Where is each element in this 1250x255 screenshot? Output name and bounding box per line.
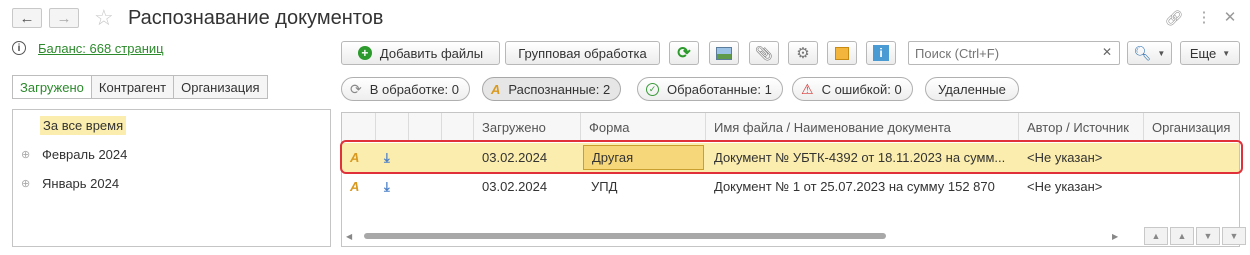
more-vertical-icon[interactable]: ⋮: [1194, 8, 1214, 26]
period-tree: За все время ⊕ Февраль 2024 ⊕ Январь 202…: [12, 109, 331, 247]
tab-bar: Загружено Контрагент Организация: [12, 75, 268, 99]
image-button[interactable]: [709, 41, 739, 65]
filter-recognized[interactable]: A Распознанные: 2: [482, 77, 622, 101]
clear-search-icon[interactable]: ✕: [1102, 45, 1112, 59]
column-status: [342, 113, 376, 142]
column-extra-1: [409, 113, 442, 142]
refresh-icon: ⟳: [350, 80, 362, 97]
tree-item-label: За все время: [40, 115, 127, 135]
chevron-down-icon: ▼: [1222, 48, 1231, 58]
check-circle-icon: ✓: [646, 82, 659, 96]
favorite-star-icon[interactable]: ☆: [94, 5, 114, 31]
tree-item-label: Февраль 2024: [42, 146, 128, 162]
search-button[interactable]: 🔍︎ ▼: [1127, 41, 1172, 65]
info-button[interactable]: i: [866, 41, 896, 65]
cell-document-name: Документ № УБТК-4392 от 18.11.2023 на су…: [714, 150, 1006, 165]
scroll-up-icon[interactable]: ▲: [1170, 227, 1194, 245]
cell-organization: [1144, 143, 1239, 172]
batch-processing-label: Групповая обработка: [518, 45, 647, 61]
cell-form[interactable]: Другая: [583, 145, 704, 170]
tree-item-january[interactable]: ⊕ Январь 2024: [21, 172, 119, 194]
row-navigation: ▲ ▲ ▼ ▼: [1144, 227, 1246, 245]
paperclip-icon: 📎︎: [755, 44, 773, 61]
cell-date: 03.02.2024: [482, 150, 548, 165]
download-icon: ⤓: [384, 178, 390, 194]
tab-organization[interactable]: Организация: [174, 75, 268, 99]
info-icon: i: [12, 41, 26, 55]
documents-table: Загружено Форма Имя файла / Наименование…: [341, 112, 1246, 247]
filter-label: Распознанные: 2: [508, 81, 611, 97]
warning-icon: ⚠: [801, 80, 814, 97]
arrow-right-icon: →: [56, 9, 72, 27]
column-uploaded[interactable]: Загружено: [474, 113, 581, 142]
balance-link[interactable]: Баланс: 668 страниц: [38, 41, 164, 56]
more-button[interactable]: Еще ▼: [1180, 41, 1240, 65]
scroll-left-icon[interactable]: ◀: [346, 232, 352, 241]
archive-button[interactable]: [827, 41, 857, 65]
table-row[interactable]: A ⤓ 03.02.2024 Другая Документ № УБТК-43…: [342, 143, 1239, 172]
horizontal-scrollbar-thumb[interactable]: [364, 233, 886, 239]
cell-date: 03.02.2024: [482, 179, 548, 194]
tab-counterparty[interactable]: Контрагент: [91, 75, 175, 99]
tree-item-february[interactable]: ⊕ Февраль 2024: [21, 143, 127, 165]
column-extra-2: [442, 113, 474, 142]
cell-author: <Не указан>: [1027, 179, 1103, 194]
scroll-down-icon[interactable]: ▼: [1196, 227, 1220, 245]
info-square-icon: i: [873, 45, 889, 61]
cell-organization: [1144, 172, 1239, 201]
gear-icon: ⚙: [796, 45, 810, 62]
batch-processing-button[interactable]: Групповая обработка: [505, 41, 660, 65]
arrow-left-icon: ←: [19, 9, 35, 27]
column-form[interactable]: Форма: [581, 113, 706, 142]
filter-label: Обработанные: 1: [667, 81, 772, 97]
add-files-button[interactable]: + Добавить файлы: [341, 41, 500, 65]
archive-icon: [835, 46, 849, 60]
add-files-label: Добавить файлы: [379, 45, 484, 61]
expand-icon[interactable]: ⊕: [21, 177, 42, 190]
download-icon: ⤓: [384, 149, 390, 165]
settings-button[interactable]: ⚙: [788, 41, 818, 65]
recognized-icon: A: [350, 179, 360, 194]
attach-button[interactable]: 📎︎: [749, 41, 779, 65]
close-icon[interactable]: ✕: [1220, 8, 1240, 26]
search-field: ✕: [908, 41, 1120, 65]
tree-item-label: Январь 2024: [42, 175, 120, 191]
image-icon: [716, 46, 732, 60]
column-author[interactable]: Автор / Источник: [1019, 113, 1144, 142]
tree-item-all-time[interactable]: За все время: [40, 114, 127, 136]
table-row[interactable]: A ⤓ 03.02.2024 УПД Документ № 1 от 25.07…: [342, 172, 1239, 201]
scroll-last-icon[interactable]: ▼: [1222, 227, 1246, 245]
scroll-right-icon[interactable]: ▶: [1112, 232, 1118, 241]
filter-label: С ошибкой: 0: [821, 81, 902, 97]
column-source: [376, 113, 409, 142]
column-organization[interactable]: Организация: [1144, 113, 1239, 142]
column-document-name[interactable]: Имя файла / Наименование документа: [706, 113, 1019, 142]
tab-uploaded[interactable]: Загружено: [12, 75, 92, 99]
page-title: Распознавание документов: [128, 7, 384, 29]
scroll-first-icon[interactable]: ▲: [1144, 227, 1168, 245]
filter-deleted[interactable]: Удаленные: [925, 77, 1019, 101]
filter-label: В обработке: 0: [369, 81, 460, 97]
cell-form[interactable]: УПД: [583, 172, 704, 201]
link-icon[interactable]: 🔗︎: [1164, 9, 1184, 27]
refresh-icon: ⟳: [677, 45, 691, 62]
chevron-down-icon: ▼: [1157, 48, 1166, 58]
plus-icon: +: [357, 46, 372, 60]
expand-icon[interactable]: ⊕: [21, 148, 42, 161]
cell-author: <Не указан>: [1027, 150, 1103, 165]
refresh-button[interactable]: ⟳: [669, 41, 699, 65]
magnifier-icon: 🔍︎: [1133, 44, 1152, 61]
back-button[interactable]: ←: [12, 8, 42, 28]
recognized-icon: A: [491, 81, 501, 97]
filter-processed[interactable]: ✓ Обработанные: 1: [637, 77, 783, 101]
filter-in-progress[interactable]: ⟳ В обработке: 0: [341, 77, 471, 101]
search-input[interactable]: [909, 42, 1097, 64]
more-label: Еще: [1189, 45, 1217, 61]
forward-button[interactable]: →: [49, 8, 79, 28]
recognized-icon: A: [350, 150, 360, 165]
filter-errors[interactable]: ⚠ С ошибкой: 0: [792, 77, 913, 101]
filter-label: Удаленные: [938, 81, 1006, 97]
cell-document-name: Документ № 1 от 25.07.2023 на сумму 152 …: [714, 179, 995, 194]
